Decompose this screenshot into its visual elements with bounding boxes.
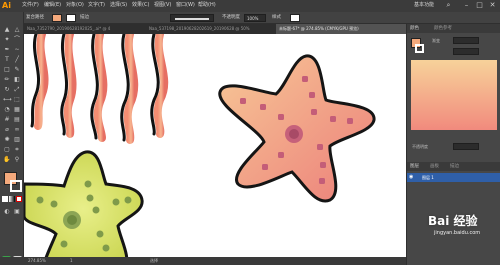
tab-color-guide[interactable]: 颜色参考 bbox=[431, 24, 463, 33]
app-logo: Ai bbox=[2, 1, 11, 10]
tools-panel: ▲ △ ✦ ⌒ ✒ ∼ T ╱ □ ✎ ✏ ◧ ↻ ⤢ ⟷ ⬚ ◔ ▦ # ▤ … bbox=[0, 12, 24, 265]
gradient-type-dropdown[interactable] bbox=[453, 37, 479, 44]
menu-help[interactable]: 帮助(H) bbox=[198, 2, 216, 9]
tab-stroke[interactable]: 描边 bbox=[447, 162, 465, 171]
eyedropper-tool-icon[interactable]: ⌀ bbox=[3, 126, 11, 134]
selection-tool-icon[interactable]: ▲ bbox=[3, 26, 11, 34]
layer-name: 图层 1 bbox=[422, 175, 434, 180]
document-tabbar: Naa_7352790_20190628192025_.ai* @ 4 Naa_… bbox=[24, 24, 406, 34]
menu-select[interactable]: 选择(S) bbox=[110, 2, 127, 9]
watermark-subtext: jingyan.baidu.com bbox=[434, 230, 481, 236]
symbol-sprayer-tool-icon[interactable]: ✺ bbox=[3, 136, 11, 144]
gradient-preview[interactable] bbox=[411, 60, 497, 130]
lasso-tool-icon[interactable]: ⌒ bbox=[13, 36, 21, 44]
stroke-swatch[interactable] bbox=[66, 14, 76, 22]
column-graph-tool-icon[interactable]: ▥ bbox=[13, 136, 21, 144]
gradient-mode-icon[interactable] bbox=[9, 196, 15, 202]
panel-stroke-swatch[interactable] bbox=[415, 44, 424, 53]
gradient-angle-field[interactable] bbox=[453, 48, 479, 55]
search-icon[interactable]: ⌕ bbox=[444, 1, 453, 10]
shape-builder-tool-icon[interactable]: ◔ bbox=[3, 106, 11, 114]
maximize-button[interactable]: □ bbox=[475, 1, 484, 10]
layers-panel-tabs: 图层 画板 描边 bbox=[407, 162, 500, 171]
document-tab-active[interactable]: 未标题-67* @ 274.85% (CMYK/GPU 预览) bbox=[276, 24, 406, 34]
watermark: Bai 经验 jingyan.baidu.com bbox=[428, 212, 498, 252]
artboard-tool-icon[interactable]: ▢ bbox=[3, 146, 11, 154]
menu-edit[interactable]: 编辑(E) bbox=[44, 2, 61, 9]
control-bar: 复合路径 描边 不透明度 100% 样式 bbox=[0, 12, 500, 24]
stroke-profile-dropdown[interactable] bbox=[170, 14, 214, 22]
none-mode-icon[interactable] bbox=[16, 196, 22, 202]
menu-type[interactable]: 文字(T) bbox=[88, 2, 105, 9]
panel-opacity-field[interactable] bbox=[453, 143, 479, 150]
status-zoom[interactable]: 274.85% bbox=[28, 257, 46, 265]
mesh-tool-icon[interactable]: # bbox=[3, 116, 11, 124]
menu-bar: Ai 文件(F) 编辑(E) 对象(O) 文字(T) 选择(S) 效果(C) 视… bbox=[0, 0, 500, 12]
menu-effect[interactable]: 效果(C) bbox=[132, 2, 149, 9]
pen-tool-icon[interactable]: ✒ bbox=[3, 46, 11, 54]
magic-wand-tool-icon[interactable]: ✦ bbox=[3, 36, 11, 44]
stroke-color-box[interactable] bbox=[10, 180, 22, 192]
status-bar: 274.85% 1 选择 bbox=[0, 257, 406, 265]
close-button[interactable]: ✕ bbox=[488, 1, 497, 10]
watermark-text: Bai 经验 bbox=[428, 214, 478, 228]
minimize-button[interactable]: – bbox=[462, 1, 471, 10]
gradient-type-label: 渐变 bbox=[432, 38, 440, 43]
opacity-field[interactable]: 100% bbox=[244, 14, 266, 22]
selection-label: 复合路径 bbox=[26, 15, 44, 20]
artboard-canvas[interactable] bbox=[24, 34, 406, 257]
slice-tool-icon[interactable]: ⌗ bbox=[13, 146, 21, 154]
rotate-tool-icon[interactable]: ↻ bbox=[3, 86, 11, 94]
style-label: 样式 bbox=[272, 15, 281, 20]
scale-tool-icon[interactable]: ⤢ bbox=[13, 86, 21, 94]
document-tab-1[interactable]: Naa_7352790_20190628192025_.ai* @ 4 bbox=[24, 24, 144, 34]
pencil-tool-icon[interactable]: ✏ bbox=[3, 76, 11, 84]
layer-row[interactable]: ◉ 图层 1 bbox=[407, 173, 500, 182]
blend-tool-icon[interactable]: ∞ bbox=[13, 126, 21, 134]
curvature-tool-icon[interactable]: ∼ bbox=[13, 46, 21, 54]
opacity-label: 不透明度 bbox=[222, 15, 240, 20]
direct-selection-tool-icon[interactable]: △ bbox=[13, 26, 21, 34]
opacity-row-label: 不透明度 bbox=[412, 144, 428, 149]
menu-view[interactable]: 视图(V) bbox=[154, 2, 171, 9]
color-panel-tabs: 颜色 颜色参考 bbox=[407, 24, 500, 33]
type-tool-icon[interactable]: T bbox=[3, 56, 11, 64]
menu-object[interactable]: 对象(O) bbox=[66, 2, 84, 9]
green-starfish bbox=[24, 150, 144, 257]
eye-icon[interactable]: ◉ bbox=[409, 175, 414, 180]
menu-file[interactable]: 文件(F) bbox=[22, 2, 39, 9]
stroke-label: 描边 bbox=[80, 15, 89, 20]
status-tool: 选择 bbox=[150, 258, 158, 263]
workspace-switcher[interactable]: 基本功能 bbox=[414, 2, 434, 9]
artwork bbox=[24, 34, 376, 257]
tab-artboards[interactable]: 画板 bbox=[427, 162, 445, 171]
paintbrush-tool-icon[interactable]: ✎ bbox=[13, 66, 21, 74]
style-swatch[interactable] bbox=[290, 14, 300, 22]
width-tool-icon[interactable]: ⟷ bbox=[3, 96, 12, 104]
color-mode-icon[interactable] bbox=[2, 196, 8, 202]
draw-mode-icon[interactable]: ◐ bbox=[3, 208, 11, 216]
free-transform-tool-icon[interactable]: ⬚ bbox=[13, 96, 21, 104]
menu-window[interactable]: 窗口(W) bbox=[176, 2, 195, 9]
fill-swatch[interactable] bbox=[52, 14, 62, 22]
rectangle-tool-icon[interactable]: □ bbox=[3, 66, 11, 74]
gradient-tool-icon[interactable]: ▤ bbox=[13, 116, 21, 124]
orange-starfish bbox=[218, 54, 376, 203]
screen-mode-icon[interactable]: ▣ bbox=[13, 208, 21, 216]
zoom-tool-icon[interactable]: ⚲ bbox=[13, 156, 21, 164]
tab-color[interactable]: 颜色 bbox=[407, 24, 429, 33]
tab-layers[interactable]: 图层 bbox=[407, 162, 425, 171]
hand-tool-icon[interactable]: ✋ bbox=[3, 156, 11, 164]
line-tool-icon[interactable]: ╱ bbox=[13, 56, 21, 64]
status-page[interactable]: 1 bbox=[70, 257, 73, 265]
perspective-grid-tool-icon[interactable]: ▦ bbox=[13, 106, 21, 114]
document-tab-2[interactable]: Naa_537198_20190628202619_20190628 @ 50% bbox=[146, 24, 274, 34]
eraser-tool-icon[interactable]: ◧ bbox=[13, 76, 21, 84]
